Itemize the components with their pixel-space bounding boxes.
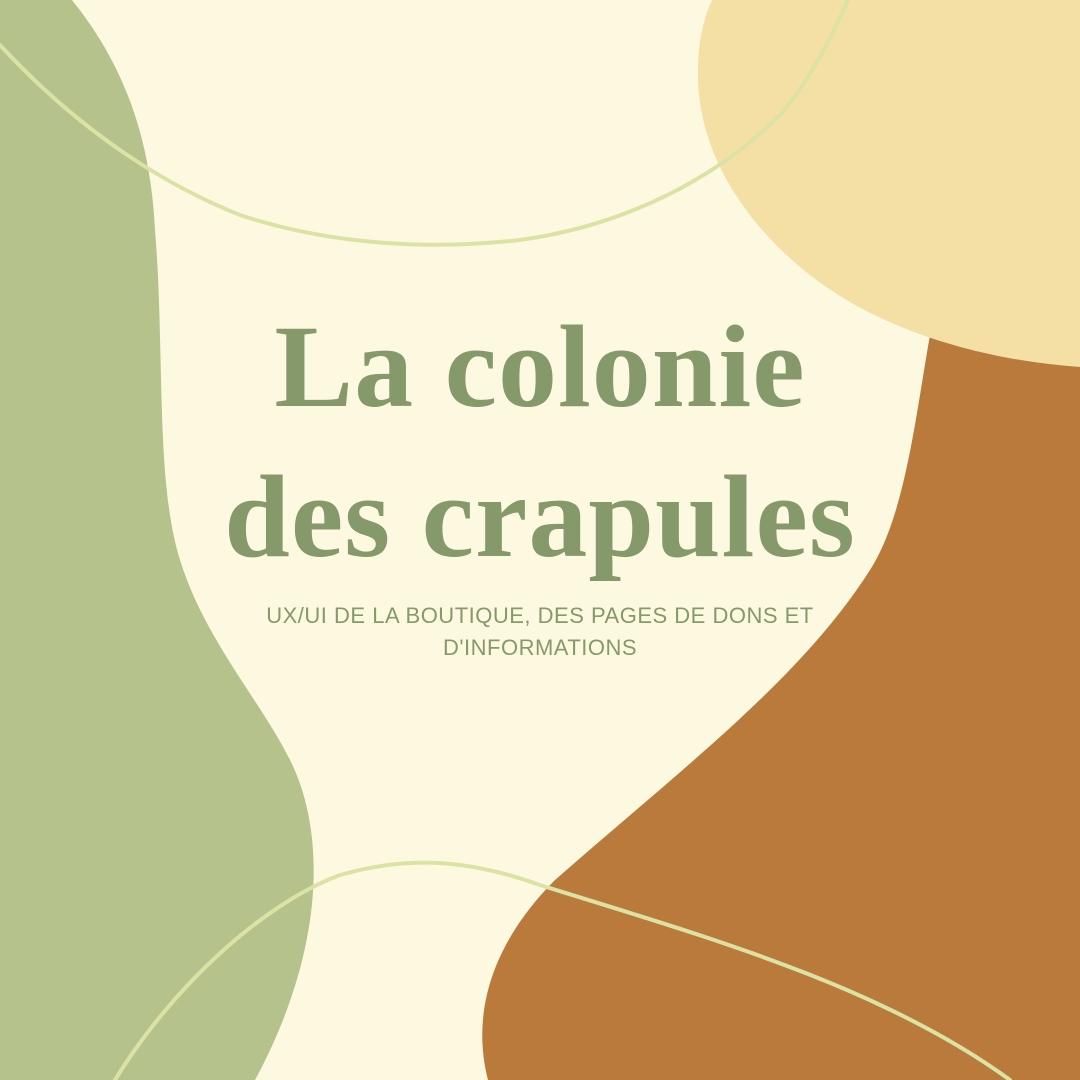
page-title-line-2: des crapules (224, 451, 856, 582)
page-subtitle-line-1: UX/UI DE LA BOUTIQUE, DES PAGES DE DONS … (266, 603, 814, 628)
page-subtitle-line-2: D'INFORMATIONS (442, 635, 638, 660)
page-subtitle: UX/UI DE LA BOUTIQUE, DES PAGES DE DONS … (0, 600, 1080, 664)
page-title-line-1: La colonie (274, 301, 806, 432)
page-title: La colonie des crapules (0, 292, 1080, 592)
